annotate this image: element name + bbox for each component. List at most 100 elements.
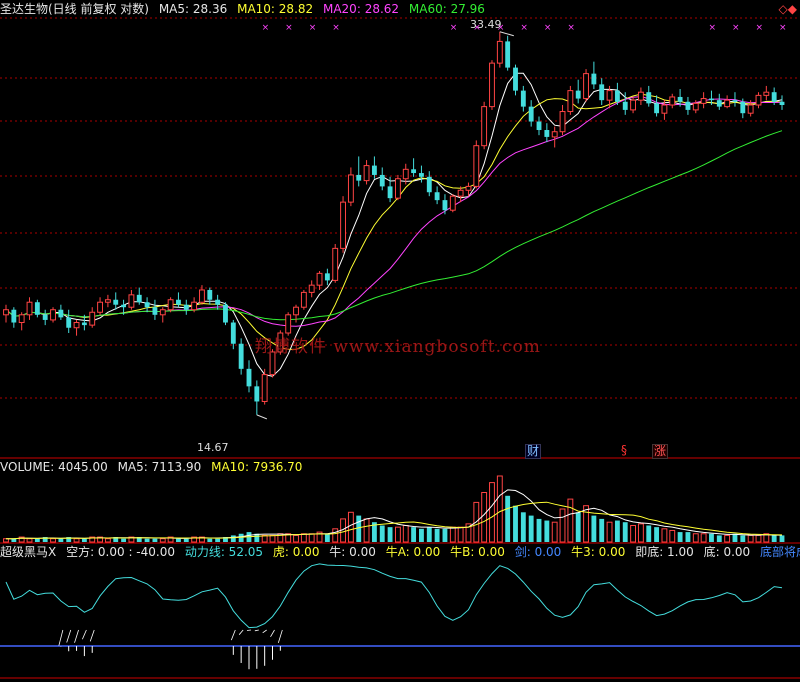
candle-body-up <box>285 314 292 334</box>
candle-body-up <box>316 272 323 286</box>
hu-value: 虎: 0.00 <box>272 545 320 559</box>
signal-peak <box>230 629 236 641</box>
candle-body-down <box>442 200 448 211</box>
signal-peak <box>66 629 72 643</box>
volume-bar-up <box>661 528 668 543</box>
low-marker <box>256 414 268 420</box>
signal-peak <box>82 629 87 640</box>
candle-body-up <box>457 189 464 197</box>
volume-bar-down <box>771 535 777 542</box>
candle-body-down <box>505 41 511 68</box>
candle-body-up <box>104 299 111 303</box>
signal-cross-marker: × <box>755 23 763 33</box>
volume-bar-up <box>269 534 276 543</box>
watermark: 翔博软件 www.xiangbosoft.com <box>255 337 541 357</box>
volume-bar-up <box>747 534 754 543</box>
candle-body-down <box>779 101 785 106</box>
volume-bar-up <box>559 508 566 543</box>
window-control-icon[interactable]: ◇◆ <box>779 2 797 16</box>
volume-bar-down <box>387 527 393 542</box>
volume-bar-down <box>685 532 691 542</box>
candle-body-up <box>637 91 644 101</box>
volume-bar-down <box>716 535 722 542</box>
volume-bar-down <box>152 538 158 542</box>
volume-bar-down <box>442 528 448 542</box>
candle-body-up <box>567 90 574 113</box>
niua-value: 牛A: 0.00 <box>385 545 441 559</box>
section-event-tag[interactable]: § <box>620 444 628 457</box>
signal-peak <box>74 629 79 643</box>
candle-body-down <box>371 165 377 175</box>
candle-body-down <box>732 100 738 102</box>
candle-body-down <box>176 299 181 305</box>
ma5-legend: MA5: 28.36 <box>158 2 228 16</box>
candle-body-down <box>152 307 158 315</box>
volume-bar-up <box>606 521 613 543</box>
candle-body-down <box>520 90 526 107</box>
candle-body-up <box>26 301 33 316</box>
signal-peak <box>246 629 252 631</box>
candle-body-up <box>473 145 480 187</box>
signal-cross-marker: × <box>332 23 340 33</box>
candle-body-down <box>685 101 691 110</box>
dibu-value: 底部将成: 0.00 <box>760 545 800 559</box>
finance-event-tag[interactable]: 财 <box>525 444 542 459</box>
candle-body-down <box>42 314 48 320</box>
candle-body-up <box>559 111 566 133</box>
volume-bar-up <box>347 511 354 543</box>
volume-bar-up <box>104 538 111 543</box>
indicator-name: 超级黑马X <box>0 545 57 559</box>
candle-body-down <box>121 304 127 308</box>
ma60-legend: MA60: 27.96 <box>408 2 485 16</box>
volume-bar-up <box>50 538 56 543</box>
volume-bar-up <box>700 533 707 543</box>
candle-body-down <box>528 106 534 122</box>
volume-bar-down <box>207 538 213 542</box>
candle-body-down <box>246 368 252 387</box>
candle-body-down <box>324 273 330 281</box>
volume-bar-down <box>356 515 362 542</box>
volume-bar-up <box>402 525 409 543</box>
volume-bar-up <box>489 482 495 543</box>
candle-body-up <box>630 99 637 111</box>
rise-event-tag[interactable]: 涨 <box>652 444 669 459</box>
signal-peak <box>277 629 283 643</box>
candle-body-down <box>411 169 417 174</box>
candle-body-up <box>308 284 315 293</box>
volume-bar-up <box>449 526 456 543</box>
candle-body-down <box>238 343 244 369</box>
candle-body-down <box>536 121 542 131</box>
signal-cross-marker: × <box>520 23 528 33</box>
candle-body-up <box>89 311 96 326</box>
signal-peak <box>238 629 244 635</box>
volume-bar-up <box>363 518 370 543</box>
volume-bar-down <box>591 515 597 542</box>
candle-body-down <box>434 192 440 201</box>
volume-bar-down <box>419 528 424 542</box>
volume-header: VOLUME: 4045.00 MA5: 7113.90 MA10: 7936.… <box>0 460 308 474</box>
jidi-value: 即底: 1.00 <box>635 545 694 559</box>
niub-value: 牛B: 0.00 <box>450 545 505 559</box>
candle-body-down <box>591 73 597 85</box>
candle-body-up <box>661 104 668 114</box>
candle-body-up <box>747 104 754 114</box>
candle-body-down <box>654 103 660 114</box>
candle-body-up <box>496 40 503 64</box>
candle-body-down <box>207 289 213 300</box>
kongfang-value: 空方: 0.00 : -40.00 <box>66 545 175 559</box>
candle-body-down <box>771 92 777 102</box>
volume-bar-down <box>654 527 660 542</box>
candle-body-down <box>426 176 432 193</box>
candle-body-down <box>254 386 260 402</box>
candle-body-down <box>11 309 17 323</box>
candle-body-up <box>199 289 205 303</box>
volume-bar-up <box>630 525 637 543</box>
volume-bar-down <box>238 533 244 542</box>
ma60-line <box>5 130 783 321</box>
volume-bar-up <box>496 475 503 543</box>
volume-bar-down <box>513 505 518 542</box>
candle-body-up <box>606 90 613 101</box>
volume-bar-up <box>755 534 762 543</box>
signal-cross-marker: × <box>779 23 787 33</box>
candle-body-down <box>215 299 221 305</box>
